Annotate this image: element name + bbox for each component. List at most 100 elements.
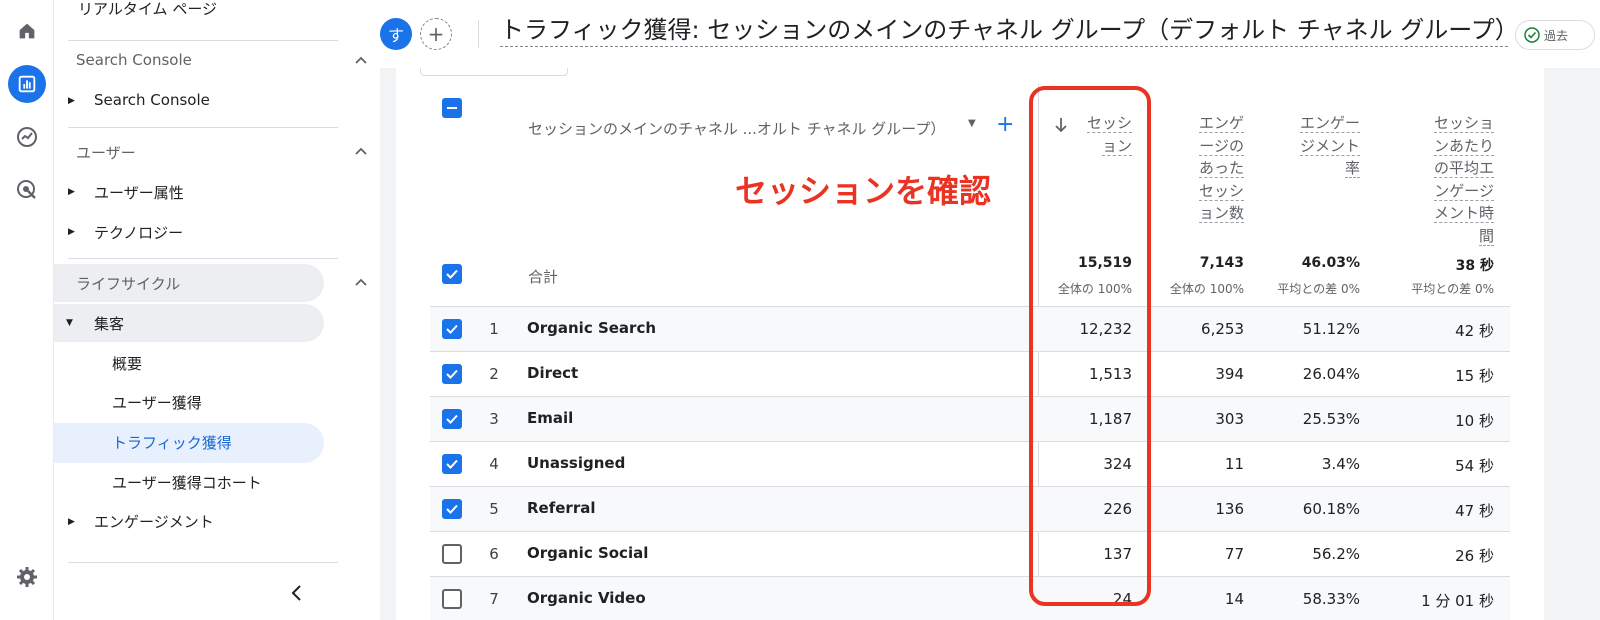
sidebar-item-traffic-acquisition[interactable]: トラフィック獲得 <box>112 432 232 453</box>
row-number: 5 <box>489 500 499 518</box>
checkmark-icon <box>446 369 458 379</box>
check-circle-icon <box>1524 27 1540 43</box>
total-engagement-rate: 46.03% <box>1301 255 1360 271</box>
caret-right-icon[interactable]: ▶ <box>68 187 75 197</box>
sidebar-item-user-acquisition[interactable]: ユーザー獲得 <box>112 392 202 413</box>
row-checkbox[interactable] <box>442 499 462 519</box>
cell-avg-engagement-time: 15 秒 <box>1455 367 1494 385</box>
cell-engagement-rate: 26.04% <box>1302 365 1360 383</box>
total-engagement-rate-diff: 平均との差 0% <box>1277 282 1360 296</box>
totals-checkbox[interactable] <box>442 264 462 284</box>
advertising-icon[interactable] <box>8 171 46 209</box>
column-header-avg-engagement-time[interactable]: セッショ ンあたり の平均エ ンゲージ メント時間 <box>1414 112 1494 247</box>
row-number: 1 <box>489 320 499 338</box>
cell-engaged-sessions: 11 <box>1224 455 1244 473</box>
add-comparison-button[interactable]: + <box>420 18 452 50</box>
chevron-up-icon[interactable] <box>354 276 368 290</box>
row-checkbox[interactable] <box>442 364 462 384</box>
cell-engaged-sessions: 6,253 <box>1201 320 1244 338</box>
total-avg-engagement-time: 38 秒 <box>1455 258 1494 274</box>
table-row[interactable]: 2 Direct 1,513 394 26.04% 15 秒 <box>430 351 1510 396</box>
select-all-checkbox[interactable] <box>442 98 462 118</box>
row-channel-name[interactable]: Organic Video <box>527 589 646 607</box>
caret-right-icon[interactable]: ▶ <box>68 96 75 106</box>
sidebar-section-lifecycle[interactable]: ライフサイクル <box>76 273 180 294</box>
table-row[interactable]: 1 Organic Search 12,232 6,253 51.12% 42 秒 <box>430 306 1510 351</box>
row-number: 3 <box>489 410 499 428</box>
sidebar-nav: リアルタイム ページ Search Console ▶ Search Conso… <box>54 0 380 620</box>
add-dimension-button[interactable]: + <box>996 112 1014 137</box>
cell-engagement-rate: 25.53% <box>1302 410 1360 428</box>
row-checkbox[interactable] <box>442 319 462 339</box>
row-checkbox[interactable] <box>442 409 462 429</box>
explore-icon[interactable] <box>8 118 46 156</box>
cell-engagement-rate: 3.4% <box>1321 455 1360 473</box>
table-row[interactable]: 6 Organic Social 137 77 56.2% 26 秒 <box>430 531 1510 576</box>
row-channel-name[interactable]: Organic Social <box>527 544 648 562</box>
sidebar-divider <box>68 258 338 259</box>
collapse-sidebar-icon[interactable] <box>290 584 304 602</box>
sidebar-item-realtime-pages[interactable]: リアルタイム ページ <box>78 0 217 19</box>
sidebar-item-overview[interactable]: 概要 <box>112 353 142 374</box>
row-checkbox[interactable] <box>442 544 462 564</box>
home-icon[interactable] <box>8 12 46 50</box>
row-channel-name[interactable]: Direct <box>527 364 578 382</box>
table-row[interactable]: 3 Email 1,187 303 25.53% 10 秒 <box>430 396 1510 441</box>
reports-icon[interactable] <box>8 65 46 103</box>
toolbar-fragment <box>420 68 568 76</box>
row-number: 2 <box>489 365 499 383</box>
cell-avg-engagement-time: 42 秒 <box>1455 322 1494 340</box>
sidebar-item-engagement[interactable]: エンゲージメント <box>94 511 214 532</box>
row-number: 7 <box>489 590 499 608</box>
sidebar-section-user[interactable]: ユーザー <box>76 142 136 163</box>
cell-engagement-rate: 51.12% <box>1302 320 1360 338</box>
table-row[interactable]: 4 Unassigned 324 11 3.4% 54 秒 <box>430 441 1510 486</box>
total-engaged-sessions-share: 全体の 100% <box>1169 282 1244 296</box>
caret-right-icon[interactable]: ▶ <box>68 517 75 527</box>
sidebar-item-technology[interactable]: テクノロジー <box>94 222 183 243</box>
report-header: す + トラフィック獲得: セッションのメインのチャネル グループ（デフォルト … <box>380 0 1600 68</box>
cell-avg-engagement-time: 26 秒 <box>1455 547 1494 565</box>
sidebar-item-acquisition[interactable]: 集客 <box>94 313 124 334</box>
page-title[interactable]: トラフィック獲得: セッションのメインのチャネル グループ（デフォルト チャネル… <box>500 14 1508 47</box>
row-channel-name[interactable]: Unassigned <box>527 454 625 472</box>
sidebar-divider <box>68 127 338 128</box>
column-header-engaged-sessions[interactable]: エンゲ ージの あった セッシ ョン数 <box>1174 112 1244 225</box>
settings-gear-icon[interactable] <box>8 558 46 596</box>
cell-engaged-sessions: 14 <box>1224 590 1244 608</box>
total-engaged-sessions: 7,143 <box>1199 255 1244 271</box>
sidebar-divider <box>68 562 338 563</box>
column-header-engagement-rate[interactable]: エンゲー ジメント率 <box>1284 112 1360 180</box>
checkmark-icon <box>446 504 458 514</box>
table-row[interactable]: 7 Organic Video 24 14 58.33% 1 分 01 秒 <box>430 576 1510 620</box>
sidebar-item-user-attributes[interactable]: ユーザー属性 <box>94 182 184 203</box>
totals-label: 合計 <box>528 268 559 286</box>
checkmark-icon <box>446 324 458 334</box>
row-channel-name[interactable]: Referral <box>527 499 595 517</box>
row-channel-name[interactable]: Organic Search <box>527 319 656 337</box>
sidebar-divider <box>68 40 338 41</box>
comparison-chip-avatar[interactable]: す <box>380 18 412 50</box>
chevron-up-icon[interactable] <box>354 54 368 68</box>
icon-rail <box>0 0 54 620</box>
sidebar-section-search-console[interactable]: Search Console <box>76 51 192 69</box>
caret-right-icon[interactable]: ▶ <box>68 227 75 237</box>
chevron-up-icon[interactable] <box>354 145 368 159</box>
dimension-column-header[interactable]: セッションのメインのチャネル ...オルト チャネル グループ） <box>528 118 945 139</box>
annotation-text: セッションを確認 <box>735 172 992 210</box>
row-checkbox[interactable] <box>442 589 462 609</box>
cell-engaged-sessions: 303 <box>1215 410 1244 428</box>
row-checkbox[interactable] <box>442 454 462 474</box>
sidebar-item-search-console[interactable]: Search Console <box>94 91 210 109</box>
row-channel-name[interactable]: Email <box>527 409 573 427</box>
caret-down-icon[interactable]: ▼ <box>66 318 73 328</box>
cell-engaged-sessions: 77 <box>1224 545 1244 563</box>
date-range-badge[interactable]: 過去 <box>1515 20 1595 50</box>
sidebar-item-user-acquisition-cohort[interactable]: ユーザー獲得コホート <box>112 472 262 493</box>
row-number: 6 <box>489 545 499 563</box>
annotation-highlight-box <box>1029 86 1151 606</box>
cell-engaged-sessions: 394 <box>1215 365 1244 383</box>
table-row[interactable]: 5 Referral 226 136 60.18% 47 秒 <box>430 486 1510 531</box>
dimension-dropdown-icon[interactable]: ▼ <box>968 118 976 129</box>
main-content: す + トラフィック獲得: セッションのメインのチャネル グループ（デフォルト … <box>380 0 1600 620</box>
